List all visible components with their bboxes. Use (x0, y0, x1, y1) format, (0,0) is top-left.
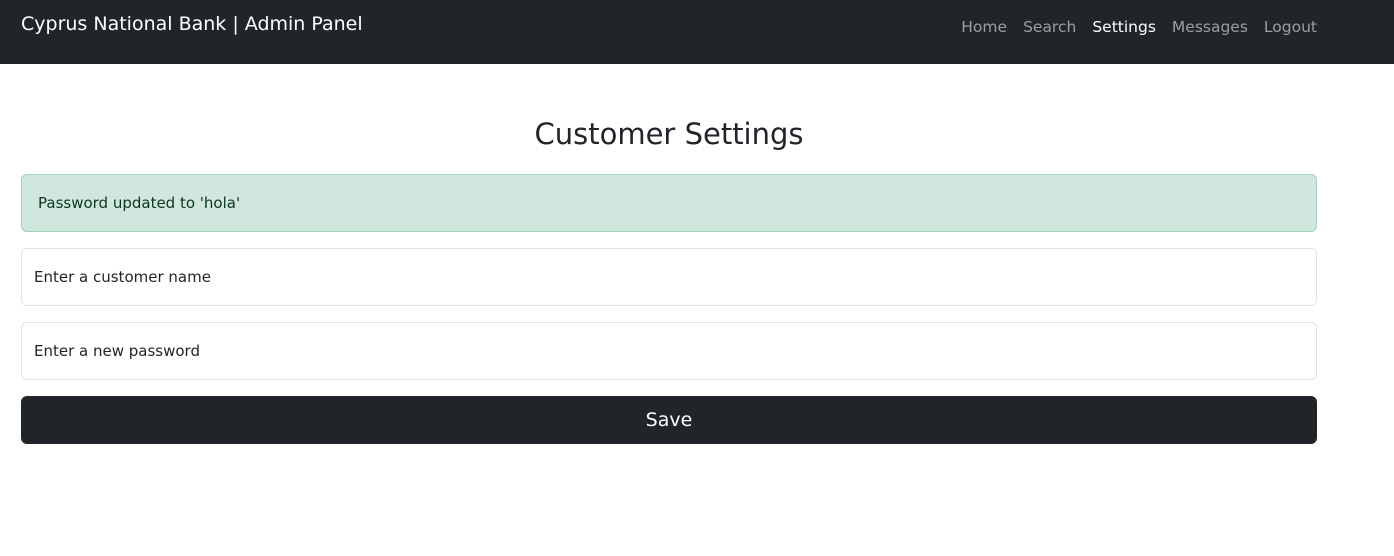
brand-link[interactable]: Cyprus National Bank | Admin Panel (21, 11, 363, 37)
nav-link-home[interactable]: Home (961, 15, 1007, 39)
main-content: Customer Settings Password updated to 'h… (21, 64, 1317, 444)
nav-link-search[interactable]: Search (1023, 15, 1076, 39)
nav-link-settings[interactable]: Settings (1092, 15, 1156, 39)
nav-link-messages[interactable]: Messages (1172, 15, 1248, 39)
customer-name-field[interactable] (21, 248, 1317, 306)
save-button[interactable]: Save (21, 396, 1317, 444)
nav-links: Home Search Settings Messages Logout (961, 15, 1317, 39)
nav-link-logout[interactable]: Logout (1264, 15, 1317, 39)
new-password-field[interactable] (21, 322, 1317, 380)
page-title: Customer Settings (534, 117, 804, 151)
navbar: Cyprus National Bank | Admin Panel Home … (0, 0, 1394, 64)
success-alert: Password updated to 'hola' (21, 174, 1317, 232)
